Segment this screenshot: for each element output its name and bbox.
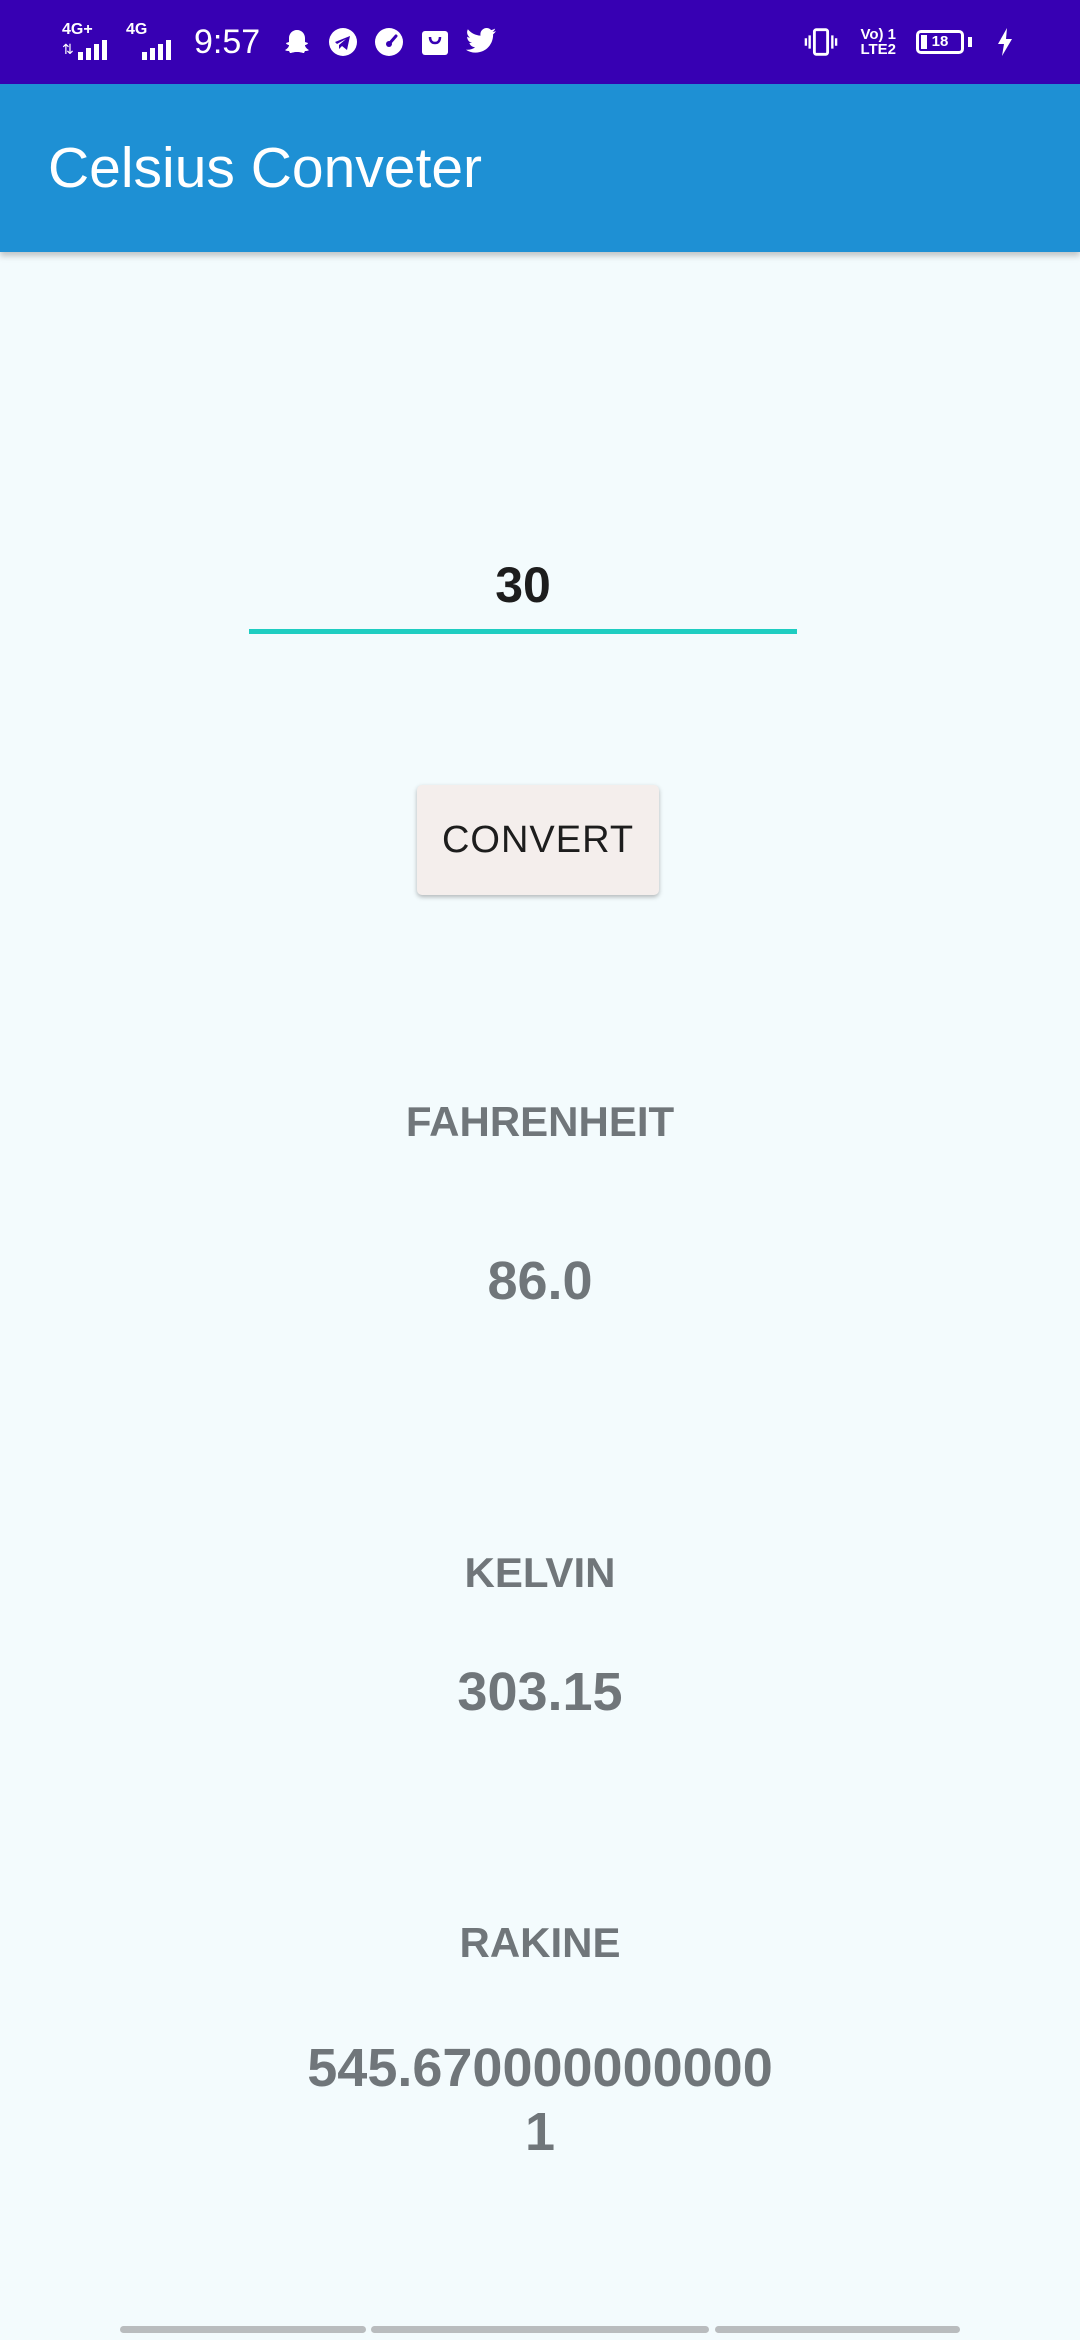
- network-indicator-1: 4G+ ⇅: [62, 22, 112, 62]
- volte-line-1: Vo) 1: [860, 26, 896, 43]
- twitter-icon: [464, 25, 498, 59]
- signal-bars-icon: [78, 38, 110, 60]
- nav-bar-segment-left: [120, 2326, 366, 2333]
- convert-button[interactable]: CONVERT: [417, 785, 659, 895]
- battery-tip: [968, 37, 972, 47]
- rankine-value: 545.6700000000001: [307, 2038, 773, 2162]
- fahrenheit-label: FAHRENHEIT: [405, 1098, 675, 1145]
- volte-line-2: LTE2: [860, 41, 896, 58]
- status-bar-left: 4G+ ⇅ 4G 9:57: [62, 18, 510, 66]
- volte-indicator: Vo) 1 LTE2: [860, 27, 896, 57]
- app-toolbar: Celsius Conveter: [0, 84, 1080, 252]
- status-clock: 9:57: [194, 23, 261, 61]
- kelvin-value: 303.15: [457, 1662, 623, 1722]
- nav-bar-segment-center: [371, 2326, 709, 2333]
- battery-level: 18: [931, 33, 949, 50]
- network-indicator-2: 4G: [126, 22, 176, 62]
- telegram-icon: [326, 25, 360, 59]
- speedometer-icon: [372, 25, 406, 59]
- app-title: Celsius Conveter: [48, 136, 483, 200]
- kelvin-label: KELVIN: [464, 1549, 616, 1596]
- nav-bar-segment-right: [715, 2326, 960, 2333]
- celsius-input[interactable]: [249, 540, 797, 634]
- status-bar-right: Vo) 1 LTE2 18: [804, 18, 1034, 66]
- celsius-input-container: [249, 540, 797, 640]
- vibrate-icon: [804, 25, 838, 59]
- rankine-label: RAKINE: [459, 1919, 621, 1966]
- charging-bolt-icon: [988, 25, 1022, 59]
- snapchat-icon: [280, 25, 314, 59]
- network-type-1: 4G+: [62, 21, 93, 38]
- signal-bars-icon: [142, 38, 174, 60]
- shopping-bag-icon: [418, 25, 452, 59]
- data-arrows-icon: ⇅: [62, 41, 74, 57]
- status-bar: 4G+ ⇅ 4G 9:57 Vo) 1 LTE2 18: [0, 0, 1080, 84]
- fahrenheit-value: 86.0: [487, 1251, 593, 1311]
- battery-icon: 18: [916, 30, 964, 54]
- network-type-2: 4G: [126, 21, 148, 38]
